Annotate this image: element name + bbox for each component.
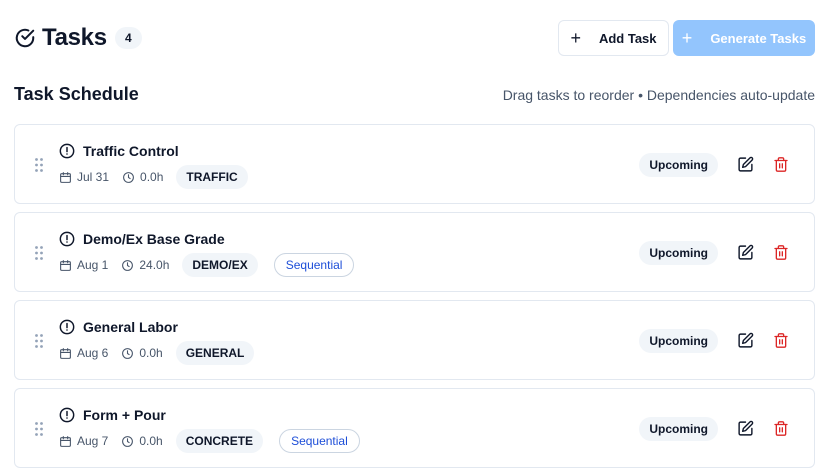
title-group: Tasks 4	[14, 24, 142, 52]
trash-icon[interactable]	[773, 420, 789, 437]
section-hint: Drag tasks to reorder • Dependencies aut…	[502, 87, 815, 103]
status-badge: Upcoming	[639, 329, 718, 353]
calendar-icon	[60, 171, 71, 183]
edit-icon[interactable]	[737, 244, 754, 261]
trash-icon[interactable]	[773, 332, 789, 349]
clock-icon	[123, 171, 134, 183]
task-card[interactable]: General Labor Aug 6 0.0h GENERAL Upcomin…	[14, 300, 815, 380]
grip-vertical-icon[interactable]	[34, 333, 44, 349]
check-circle-icon	[15, 28, 35, 48]
task-card[interactable]: Traffic Control Jul 31 0.0h TRAFFIC Upco…	[14, 124, 815, 204]
edit-icon[interactable]	[737, 332, 754, 349]
clock-icon	[122, 347, 134, 359]
add-task-label: Add Task	[598, 30, 657, 46]
calendar-icon	[60, 259, 71, 271]
task-name: Traffic Control	[83, 143, 179, 159]
clock-icon	[122, 259, 134, 271]
status-badge: Upcoming	[639, 417, 718, 441]
task-hours: 0.0h	[121, 434, 163, 448]
task-date: Aug 1	[59, 258, 108, 272]
task-date: Aug 6	[59, 346, 108, 360]
calendar-icon	[60, 435, 71, 447]
sequential-badge: Sequential	[279, 429, 360, 453]
generate-tasks-button[interactable]: + Generate Tasks	[673, 20, 815, 56]
task-date: Jul 31	[59, 170, 109, 184]
task-hours-text: 0.0h	[140, 170, 164, 184]
task-meta: Aug 7 0.0h CONCRETE Sequential	[59, 429, 360, 453]
task-list: Traffic Control Jul 31 0.0h TRAFFIC Upco…	[14, 124, 815, 474]
page-header: Tasks 4 + Add Task + Generate Tasks	[14, 20, 815, 58]
status-badge: Upcoming	[639, 241, 718, 265]
task-card[interactable]: Demo/Ex Base Grade Aug 1 24.0h DEMO/EX S…	[14, 212, 815, 292]
task-meta: Aug 1 24.0h DEMO/EX Sequential	[59, 253, 355, 277]
trash-icon[interactable]	[773, 244, 789, 261]
task-hours-text: 24.0h	[139, 258, 170, 272]
status-badge: Upcoming	[639, 153, 718, 177]
task-name: Demo/Ex Base Grade	[83, 231, 225, 247]
task-hours-text: 0.0h	[139, 434, 163, 448]
task-count-badge: 4	[114, 27, 142, 49]
task-date-text: Jul 31	[77, 170, 110, 184]
task-name: General Labor	[83, 319, 178, 335]
edit-icon[interactable]	[737, 420, 754, 437]
alert-circle-icon	[59, 231, 75, 247]
section-title: Task Schedule	[14, 84, 139, 104]
task-hours-text: 0.0h	[139, 346, 163, 360]
add-task-button[interactable]: + Add Task	[558, 20, 669, 56]
trash-icon[interactable]	[773, 156, 789, 173]
task-name: Form + Pour	[83, 407, 166, 423]
generate-tasks-label: Generate Tasks	[710, 30, 807, 46]
task-hours: 24.0h	[121, 258, 169, 272]
grip-vertical-icon[interactable]	[34, 157, 44, 173]
task-hours: 0.0h	[122, 170, 163, 184]
clock-icon	[122, 435, 134, 447]
task-meta: Jul 31 0.0h TRAFFIC	[59, 165, 264, 189]
alert-circle-icon	[59, 143, 75, 159]
task-date-text: Aug 6	[77, 346, 109, 360]
task-trade-tag: TRAFFIC	[176, 165, 248, 189]
plus-icon: +	[681, 28, 693, 48]
edit-icon[interactable]	[737, 156, 754, 173]
sequential-badge: Sequential	[273, 253, 355, 277]
task-trade-tag: GENERAL	[175, 341, 255, 365]
plus-icon: +	[570, 28, 581, 48]
task-date-text: Aug 7	[77, 434, 109, 448]
task-date-text: Aug 1	[77, 258, 109, 272]
task-trade-tag: CONCRETE	[175, 429, 264, 453]
task-date: Aug 7	[59, 434, 108, 448]
alert-circle-icon	[59, 407, 75, 423]
alert-circle-icon	[59, 319, 75, 335]
calendar-icon	[60, 347, 71, 359]
grip-vertical-icon[interactable]	[34, 421, 44, 437]
grip-vertical-icon[interactable]	[34, 245, 44, 261]
task-trade-tag: DEMO/EX	[182, 253, 258, 277]
task-hours: 0.0h	[121, 346, 163, 360]
page-title: Tasks	[42, 24, 107, 51]
task-meta: Aug 6 0.0h GENERAL	[59, 341, 270, 365]
task-card[interactable]: Form + Pour Aug 7 0.0h CONCRETE Sequenti…	[14, 388, 815, 468]
section-header: Task Schedule Drag tasks to reorder • De…	[14, 84, 815, 106]
